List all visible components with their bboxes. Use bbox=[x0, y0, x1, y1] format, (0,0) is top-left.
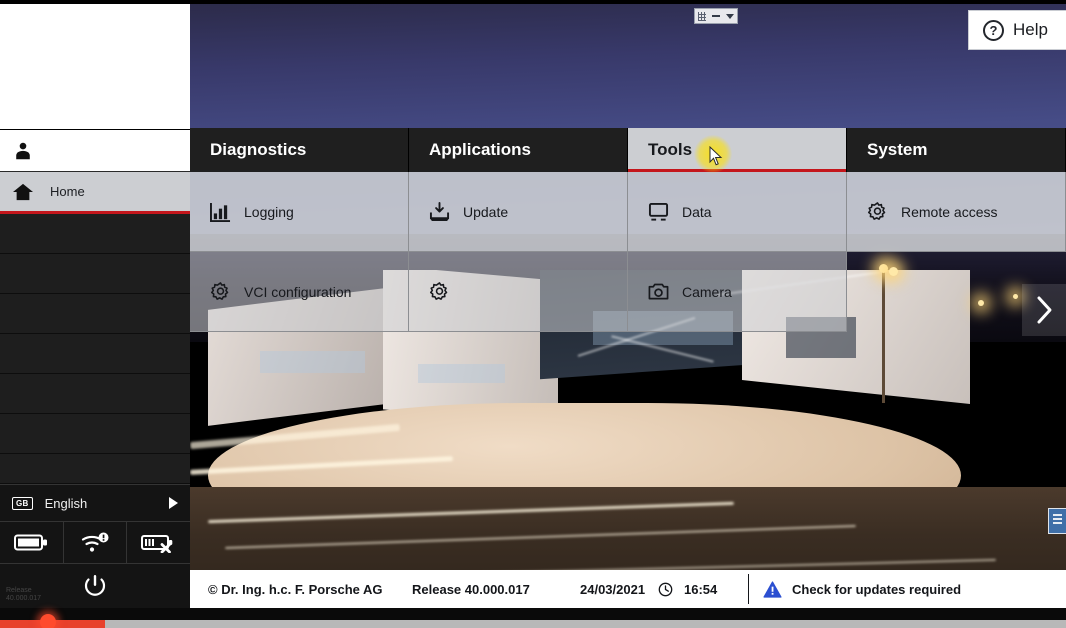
tab-diagnostics[interactable]: Diagnostics bbox=[190, 128, 409, 172]
download-tray-icon bbox=[429, 202, 450, 222]
sidebar-filler bbox=[0, 454, 190, 484]
left-sidebar: Home GB English bbox=[0, 4, 190, 608]
tab-tools[interactable]: Tools bbox=[628, 128, 847, 172]
menu-tile-data[interactable]: Data bbox=[628, 172, 847, 252]
wifi-warning-icon bbox=[80, 532, 110, 554]
home-icon bbox=[12, 182, 34, 202]
sidebar-user-row[interactable] bbox=[0, 130, 190, 172]
taskbar-indicator-dot bbox=[40, 614, 56, 628]
taskbar[interactable] bbox=[0, 608, 1066, 628]
sidebar-empty-row[interactable] bbox=[0, 414, 190, 454]
menu-tile-settings[interactable] bbox=[409, 252, 628, 332]
footer-copyright: © Dr. Ing. h.c. F. Porsche AG bbox=[190, 582, 412, 597]
release-note-line2: 40.000.017 bbox=[6, 595, 41, 604]
menu-tile-update-label: Update bbox=[463, 204, 508, 220]
menu-tile-remote-access-label: Remote access bbox=[901, 204, 997, 220]
main-menu-grid: Diagnostics Applications Tools System Lo… bbox=[190, 128, 1066, 332]
sidebar-empty-row[interactable] bbox=[0, 294, 190, 334]
chevron-right-icon bbox=[1035, 295, 1054, 325]
question-circle-icon: ? bbox=[983, 20, 1004, 41]
release-note-line1: Release bbox=[6, 587, 41, 596]
sidebar-item-home-label: Home bbox=[50, 184, 85, 199]
menu-tile-logging-label: Logging bbox=[244, 204, 294, 220]
footer-update-warning[interactable]: Check for updates required bbox=[763, 581, 961, 598]
language-label: English bbox=[45, 496, 157, 511]
footer-date: 24/03/2021 bbox=[580, 582, 658, 597]
taskbar-strip bbox=[105, 620, 1066, 628]
bar-chart-icon bbox=[210, 202, 231, 222]
menu-tile-logging[interactable]: Logging bbox=[190, 172, 409, 252]
monitor-icon bbox=[648, 202, 669, 222]
tab-system[interactable]: System bbox=[847, 128, 1066, 172]
menu-tile-camera[interactable]: Camera bbox=[628, 252, 847, 332]
menu-tile-remote-access[interactable]: Remote access bbox=[847, 172, 1066, 252]
language-selector[interactable]: GB English bbox=[0, 484, 190, 522]
sidebar-empty-row[interactable] bbox=[0, 214, 190, 254]
gear-icon bbox=[429, 281, 450, 302]
menu-tile-vci-configuration[interactable]: VCI configuration bbox=[190, 252, 409, 332]
power-button[interactable]: Release 40.000.017 bbox=[0, 564, 190, 608]
sidebar-item-home[interactable]: Home bbox=[0, 172, 190, 214]
battery-full-icon bbox=[14, 533, 48, 552]
application-window: ? Help Home GB English bbox=[0, 0, 1066, 628]
status-footer: © Dr. Ing. h.c. F. Porsche AG Release 40… bbox=[190, 570, 1066, 608]
grip-dots-icon[interactable] bbox=[698, 12, 706, 21]
menu-tile-vci-configuration-label: VCI configuration bbox=[244, 284, 351, 300]
footer-time: 16:54 bbox=[684, 582, 744, 597]
sidebar-release-note: Release 40.000.017 bbox=[6, 587, 41, 605]
chevron-down-icon[interactable] bbox=[726, 14, 734, 19]
vci-battery-disconnected-icon bbox=[141, 533, 177, 553]
edge-panel-widget[interactable] bbox=[1048, 508, 1066, 534]
footer-divider bbox=[748, 574, 749, 604]
sidebar-empty-row[interactable] bbox=[0, 254, 190, 294]
sidebar-status-row bbox=[0, 522, 190, 564]
logo-area bbox=[0, 4, 190, 130]
warning-triangle-icon bbox=[763, 581, 782, 598]
gear-icon bbox=[867, 201, 888, 222]
clock-icon bbox=[658, 582, 684, 597]
menu-tile-update[interactable]: Update bbox=[409, 172, 628, 252]
footer-warning-text: Check for updates required bbox=[792, 582, 961, 597]
power-icon bbox=[82, 573, 108, 599]
menu-lines-icon bbox=[1053, 514, 1062, 516]
sidebar-empty-row[interactable] bbox=[0, 334, 190, 374]
sidebar-empty-row[interactable] bbox=[0, 374, 190, 414]
vci-status[interactable] bbox=[127, 522, 190, 563]
tab-applications[interactable]: Applications bbox=[409, 128, 628, 172]
next-page-button[interactable] bbox=[1022, 284, 1066, 336]
help-button-label: Help bbox=[1013, 20, 1048, 40]
user-icon bbox=[12, 140, 34, 162]
camera-icon bbox=[648, 282, 669, 301]
triangle-right-icon bbox=[169, 497, 178, 509]
wifi-status[interactable] bbox=[64, 522, 128, 563]
gear-icon bbox=[210, 281, 231, 302]
help-button[interactable]: ? Help bbox=[968, 10, 1066, 50]
floating-mini-toolbar[interactable] bbox=[694, 8, 738, 24]
menu-tile-data-label: Data bbox=[682, 204, 712, 220]
language-country-badge: GB bbox=[12, 497, 33, 510]
footer-release: Release 40.000.017 bbox=[412, 582, 580, 597]
minimize-icon[interactable] bbox=[712, 15, 720, 17]
battery-status[interactable] bbox=[0, 522, 64, 563]
menu-tile-camera-label: Camera bbox=[682, 284, 732, 300]
